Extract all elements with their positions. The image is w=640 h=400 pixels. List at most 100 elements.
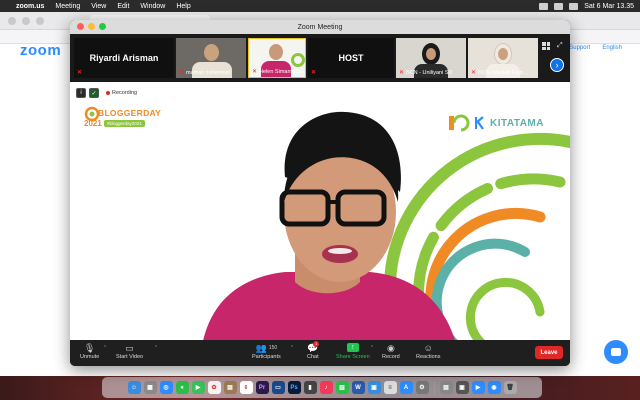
- gallery-view-icon[interactable]: [542, 42, 550, 50]
- support-link[interactable]: Support: [569, 45, 590, 51]
- muted-mic-icon: ✕: [399, 70, 405, 76]
- numbers-icon[interactable]: ▥: [335, 381, 349, 394]
- share-screen-button[interactable]: ↑ Share Screen: [336, 343, 370, 360]
- appstore-icon[interactable]: A: [399, 381, 413, 394]
- chat-bubble-icon: [611, 348, 621, 356]
- facetime-icon[interactable]: ▶: [191, 381, 205, 394]
- settings-icon[interactable]: ⚙: [415, 381, 429, 394]
- start-video-button[interactable]: ▭ Start Video: [116, 343, 143, 360]
- window-title-bar[interactable]: Zoom Meeting: [70, 20, 570, 34]
- participant-tile[interactable]: ✕ BCN - Uniliyani SD: [396, 38, 466, 78]
- chat-button[interactable]: 💬 1 Chat: [307, 341, 320, 360]
- textedit-icon[interactable]: ≡: [383, 381, 397, 394]
- window-minimize-dot[interactable]: [22, 16, 30, 25]
- muted-mic-icon: ✕: [252, 69, 258, 75]
- participant-name: BCN - Uniliyani SD: [406, 69, 453, 76]
- audio-options-chevron-icon[interactable]: ⌃: [103, 345, 107, 351]
- menu-edit[interactable]: Edit: [117, 3, 129, 10]
- participant-face: [498, 48, 508, 60]
- launchpad-icon[interactable]: ▦: [143, 381, 157, 394]
- zoom-dock-icon[interactable]: ▶: [471, 381, 485, 394]
- reactions-button[interactable]: ☺ Reactions: [416, 343, 440, 360]
- menu-view[interactable]: View: [91, 3, 106, 10]
- language-link[interactable]: English: [602, 45, 622, 51]
- menu-help[interactable]: Help: [176, 3, 190, 10]
- participant-tile[interactable]: Riyardi Arisman ✕: [74, 38, 174, 78]
- browser-header-links: Support English: [569, 45, 622, 51]
- security-shield-icon[interactable]: ✓: [89, 88, 99, 98]
- muted-mic-icon: ✕: [471, 70, 477, 76]
- active-speaker-video: i ✓ Recording BLOGGERDAY 2021 #bloggerda…: [70, 82, 570, 360]
- zoom-logo[interactable]: zoom: [20, 42, 61, 59]
- window-close-dot[interactable]: [8, 16, 16, 25]
- preview-icon[interactable]: ▣: [367, 381, 381, 394]
- participant-tile[interactable]: ✕ maman suherman: [176, 38, 246, 78]
- info-icon[interactable]: i: [76, 88, 86, 98]
- unmute-button[interactable]: 🎙 Unmute: [80, 343, 99, 360]
- photos-icon[interactable]: ✿: [207, 381, 221, 394]
- recording-dot-icon: [106, 91, 110, 95]
- maximize-window-button[interactable]: [99, 23, 106, 30]
- recording-indicator[interactable]: Recording: [104, 89, 140, 97]
- calendar-icon[interactable]: 6: [239, 381, 253, 394]
- screenshot-icon[interactable]: ▣: [455, 381, 469, 394]
- menu-window[interactable]: Window: [140, 3, 165, 10]
- zoom-meeting-window: Zoom Meeting Riyardi Arisman ✕ ✕ maman su…: [70, 20, 570, 366]
- menu-clock[interactable]: Sat 6 Mar 13.35: [584, 3, 634, 10]
- finder-icon[interactable]: ☺: [127, 381, 141, 394]
- reactions-label: Reactions: [416, 354, 441, 360]
- menu-app-name[interactable]: zoom.us: [16, 3, 44, 10]
- finder-window-icon[interactable]: ◉: [487, 381, 501, 394]
- participant-tile[interactable]: ✕ BCN-Wardah Fajri...: [468, 38, 538, 78]
- search-icon[interactable]: [569, 2, 579, 10]
- record-label: Record: [382, 354, 400, 360]
- bcn-logo-icon: [449, 114, 470, 132]
- share-options-chevron-icon[interactable]: ⌃: [370, 345, 374, 351]
- minimize-window-button[interactable]: [88, 23, 95, 30]
- wifi-icon[interactable]: [539, 2, 549, 10]
- premiere-icon[interactable]: Pr: [255, 381, 269, 394]
- window-zoom-dot[interactable]: [36, 16, 44, 25]
- start-video-label: Start Video: [116, 354, 144, 360]
- muted-mic-icon: ✕: [77, 70, 83, 76]
- leave-meeting-button[interactable]: Leave: [535, 346, 563, 359]
- event-hashtag: #bloggerday2021: [104, 120, 145, 127]
- photoshop-icon[interactable]: Ps: [287, 381, 301, 394]
- menu-meeting[interactable]: Meeting: [55, 3, 80, 10]
- terminal-icon[interactable]: ▮: [303, 381, 317, 394]
- fullscreen-icon[interactable]: ⤢: [557, 42, 563, 50]
- music-icon[interactable]: ♪: [319, 381, 333, 394]
- reactions-icon: ☺: [423, 343, 433, 353]
- close-window-button[interactable]: [77, 23, 84, 30]
- participants-options-chevron-icon[interactable]: ⌃: [290, 345, 294, 351]
- window-title: Zoom Meeting: [297, 23, 343, 31]
- contacts-icon[interactable]: ▤: [223, 381, 237, 394]
- muted-microphone-icon: 🎙: [83, 343, 96, 353]
- messages-icon[interactable]: ●: [175, 381, 189, 394]
- partner-name: KITATAMA: [490, 117, 544, 129]
- participant-face: [204, 44, 219, 61]
- support-chat-button[interactable]: [604, 340, 628, 364]
- menu-bar: zoom.us Meeting View Edit Window Help Sa…: [0, 0, 640, 12]
- safari-icon[interactable]: ◎: [159, 381, 173, 394]
- participant-tile[interactable]: HOST ✕: [308, 38, 394, 78]
- chat-label: Chat: [307, 354, 319, 360]
- downloads-icon[interactable]: ▤: [439, 381, 453, 394]
- participants-button[interactable]: 👥 150 Participants: [252, 343, 281, 360]
- recording-label: Recording: [112, 90, 138, 96]
- share-screen-icon: ↑: [346, 343, 359, 352]
- word-icon[interactable]: W: [351, 381, 365, 394]
- next-page-button[interactable]: ›: [550, 58, 564, 72]
- dock: ☺ ▦ ◎ ● ▶ ✿ ▤ 6 Pr ▭ Ps ▮ ♪ ▥ W ▣ ≡ A ⚙ …: [102, 377, 542, 398]
- chat-icon: 💬 1: [307, 341, 320, 353]
- participants-icon: 👥: [255, 343, 267, 353]
- keynote-icon[interactable]: ▭: [271, 381, 285, 394]
- participant-tile-active-speaker[interactable]: ✕ Helen Simarmata: [248, 38, 306, 78]
- record-button[interactable]: ◉ Record: [382, 343, 400, 360]
- share-screen-label: Share Screen: [336, 354, 370, 360]
- video-off-icon: ▭: [125, 343, 134, 353]
- trash-icon[interactable]: 🗑: [503, 381, 517, 394]
- video-options-chevron-icon[interactable]: ⌃: [154, 345, 158, 351]
- event-year: 2021: [84, 119, 102, 128]
- battery-icon[interactable]: [554, 2, 564, 10]
